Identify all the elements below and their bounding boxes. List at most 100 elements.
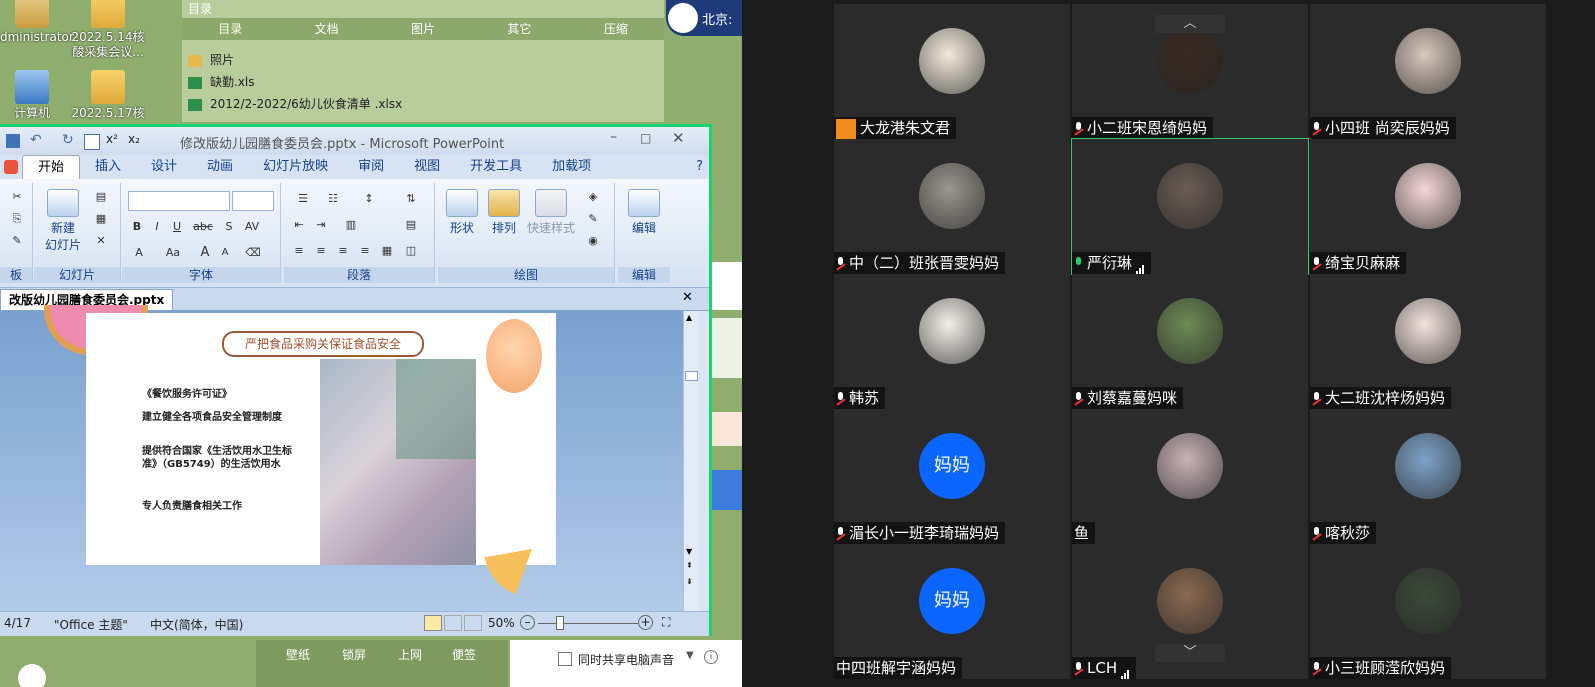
- participant-tile[interactable]: 妈妈 中四班解宇涵妈妈: [834, 544, 1070, 679]
- align-center-icon[interactable]: ≡: [312, 243, 330, 259]
- tab-animation[interactable]: 动画: [192, 155, 248, 179]
- shapes-button[interactable]: 形状: [442, 189, 482, 236]
- underline-button[interactable]: U: [168, 219, 186, 235]
- slide[interactable]: 严把食品采购关保证食品安全 《餐饮服务许可证》 建立健全各项食品安全管理制度 提…: [86, 313, 556, 565]
- char-spacing-button[interactable]: AV: [240, 219, 264, 235]
- office-button-icon[interactable]: [0, 155, 22, 179]
- slideshow-view-icon[interactable]: [464, 615, 482, 631]
- align-left-icon[interactable]: ≡: [290, 243, 308, 259]
- chevron-down-icon[interactable]: ▼: [686, 650, 694, 661]
- tab-home[interactable]: 开始: [22, 154, 81, 180]
- tab-directory[interactable]: 目录: [182, 18, 278, 40]
- scroll-thumb[interactable]: [685, 371, 698, 381]
- numbering-icon[interactable]: ☷: [320, 191, 346, 207]
- font-color-button[interactable]: A: [130, 245, 148, 261]
- explorer-file-row[interactable]: 照片: [188, 50, 234, 70]
- scroll-down-button[interactable]: ﹀: [1155, 644, 1225, 662]
- text-direction-icon[interactable]: ⇅: [402, 191, 420, 207]
- participant-tile[interactable]: 小四班 尚奕辰妈妈: [1310, 4, 1546, 139]
- tab-developer[interactable]: 开发工具: [455, 155, 537, 179]
- columns-icon[interactable]: ▥: [338, 217, 364, 233]
- browser-shortcut-chip[interactable]: 北京:: [666, 0, 742, 36]
- shadow-button[interactable]: S: [220, 219, 238, 235]
- arrange-button[interactable]: 排列: [484, 189, 524, 236]
- start-orb-icon[interactable]: [18, 664, 46, 687]
- zoom-slider[interactable]: [538, 623, 638, 624]
- explorer-file-row[interactable]: 缺勤.xls: [188, 72, 255, 92]
- delete-slide-icon[interactable]: ✕: [92, 233, 110, 249]
- tab-review[interactable]: 审阅: [343, 155, 399, 179]
- lockscreen-button[interactable]: 锁屏: [342, 646, 366, 663]
- slide-editing-area[interactable]: 严把食品采购关保证食品安全 《餐饮服务许可证》 建立健全各项食品安全管理制度 提…: [0, 305, 683, 611]
- new-slide-button[interactable]: 新建 幻灯片: [38, 189, 88, 253]
- sorter-view-icon[interactable]: [444, 615, 462, 631]
- tab-view[interactable]: 视图: [399, 155, 455, 179]
- superscript-icon[interactable]: x²: [106, 132, 118, 146]
- quick-styles-button[interactable]: 快速样式: [526, 189, 576, 236]
- shrink-font-button[interactable]: A: [216, 245, 234, 261]
- smartart-icon[interactable]: ◫: [402, 243, 420, 259]
- italic-button[interactable]: I: [148, 219, 166, 235]
- previous-slide-icon[interactable]: ⇞: [686, 561, 693, 570]
- distributed-icon[interactable]: ▦: [378, 243, 396, 259]
- participant-tile[interactable]: 绮宝贝麻麻: [1310, 139, 1546, 274]
- normal-view-icon[interactable]: [424, 615, 442, 631]
- participant-tile[interactable]: 妈妈 湄长小一班李琦瑞妈妈: [834, 409, 1070, 544]
- layout-icon[interactable]: ▤: [92, 189, 110, 205]
- tab-documents[interactable]: 文档: [278, 18, 374, 40]
- tab-addins[interactable]: 加载项: [537, 155, 606, 179]
- desktop-icon-administrator[interactable]: Administrator: [0, 0, 74, 45]
- shape-outline-icon[interactable]: ✎: [584, 211, 602, 227]
- shape-effects-icon[interactable]: ◉: [584, 233, 602, 249]
- print-preview-icon[interactable]: [84, 134, 100, 150]
- increase-indent-icon[interactable]: ⇥: [312, 217, 330, 233]
- clear-format-icon[interactable]: ⌫: [244, 245, 262, 261]
- explorer-file-row[interactable]: 2012/2-2022/6幼儿伙食清单 .xlsx: [188, 94, 402, 114]
- participant-tile[interactable]: 严衍琳: [1071, 138, 1309, 275]
- align-right-icon[interactable]: ≡: [334, 243, 352, 259]
- fit-to-window-icon[interactable]: ⛶: [662, 615, 670, 630]
- participant-tile[interactable]: 小三班顾滢欣妈妈: [1310, 544, 1546, 679]
- reset-icon[interactable]: ▦: [92, 211, 110, 227]
- tab-design[interactable]: 设计: [136, 155, 192, 179]
- justify-icon[interactable]: ≡: [356, 243, 374, 259]
- maximize-button[interactable]: □: [640, 131, 651, 145]
- redo-icon[interactable]: ↻: [62, 132, 74, 148]
- wallpaper-button[interactable]: 壁纸: [286, 646, 310, 663]
- desktop-icon-folder-1[interactable]: 2022.5.14核酸采集会议...: [68, 0, 148, 60]
- close-document-icon[interactable]: ✕: [682, 290, 693, 305]
- change-case-button[interactable]: Aa: [160, 245, 186, 261]
- participant-tile[interactable]: 刘蔡嘉蔓妈咪: [1072, 274, 1308, 409]
- save-icon[interactable]: [6, 134, 20, 148]
- copy-icon[interactable]: ⎘: [8, 211, 26, 227]
- help-icon[interactable]: ?: [690, 155, 709, 179]
- undo-icon[interactable]: ↶: [30, 132, 42, 148]
- share-audio-checkbox[interactable]: [558, 652, 572, 666]
- bold-button[interactable]: B: [128, 219, 146, 235]
- tab-slideshow[interactable]: 幻灯片放映: [248, 155, 343, 179]
- cut-icon[interactable]: ✂: [8, 189, 26, 205]
- edit-button[interactable]: 编辑: [624, 189, 664, 236]
- participant-tile[interactable]: 大龙港朱文君: [834, 4, 1070, 139]
- close-button[interactable]: ✕: [672, 129, 685, 147]
- shape-fill-icon[interactable]: ◈: [584, 189, 602, 205]
- vertical-scrollbar[interactable]: ▲ ▼ ⇞ ⇟: [683, 311, 698, 611]
- participant-tile[interactable]: 喀秋莎: [1310, 409, 1546, 544]
- line-spacing-icon[interactable]: ↕: [356, 191, 382, 207]
- decrease-indent-icon[interactable]: ⇤: [290, 217, 308, 233]
- participant-tile[interactable]: 大二班沈梓炀妈妈: [1310, 274, 1546, 409]
- zoom-slider-thumb[interactable]: [556, 616, 564, 630]
- desktop-icon-folder-2[interactable]: 2022.5.17核: [68, 70, 148, 121]
- participant-tile[interactable]: 鱼: [1072, 409, 1308, 544]
- scroll-down-icon[interactable]: ▼: [686, 547, 692, 556]
- tab-archives[interactable]: 压缩: [568, 18, 664, 40]
- font-name-select[interactable]: [128, 191, 230, 211]
- participant-tile[interactable]: 韩苏: [834, 274, 1070, 409]
- format-painter-icon[interactable]: ✎: [8, 233, 26, 249]
- tab-other[interactable]: 其它: [471, 18, 567, 40]
- bullets-icon[interactable]: ☰: [290, 191, 316, 207]
- next-slide-icon[interactable]: ⇟: [686, 577, 693, 586]
- notes-button[interactable]: 便签: [452, 646, 476, 663]
- minimize-button[interactable]: –: [610, 129, 617, 145]
- font-size-select[interactable]: [232, 191, 274, 211]
